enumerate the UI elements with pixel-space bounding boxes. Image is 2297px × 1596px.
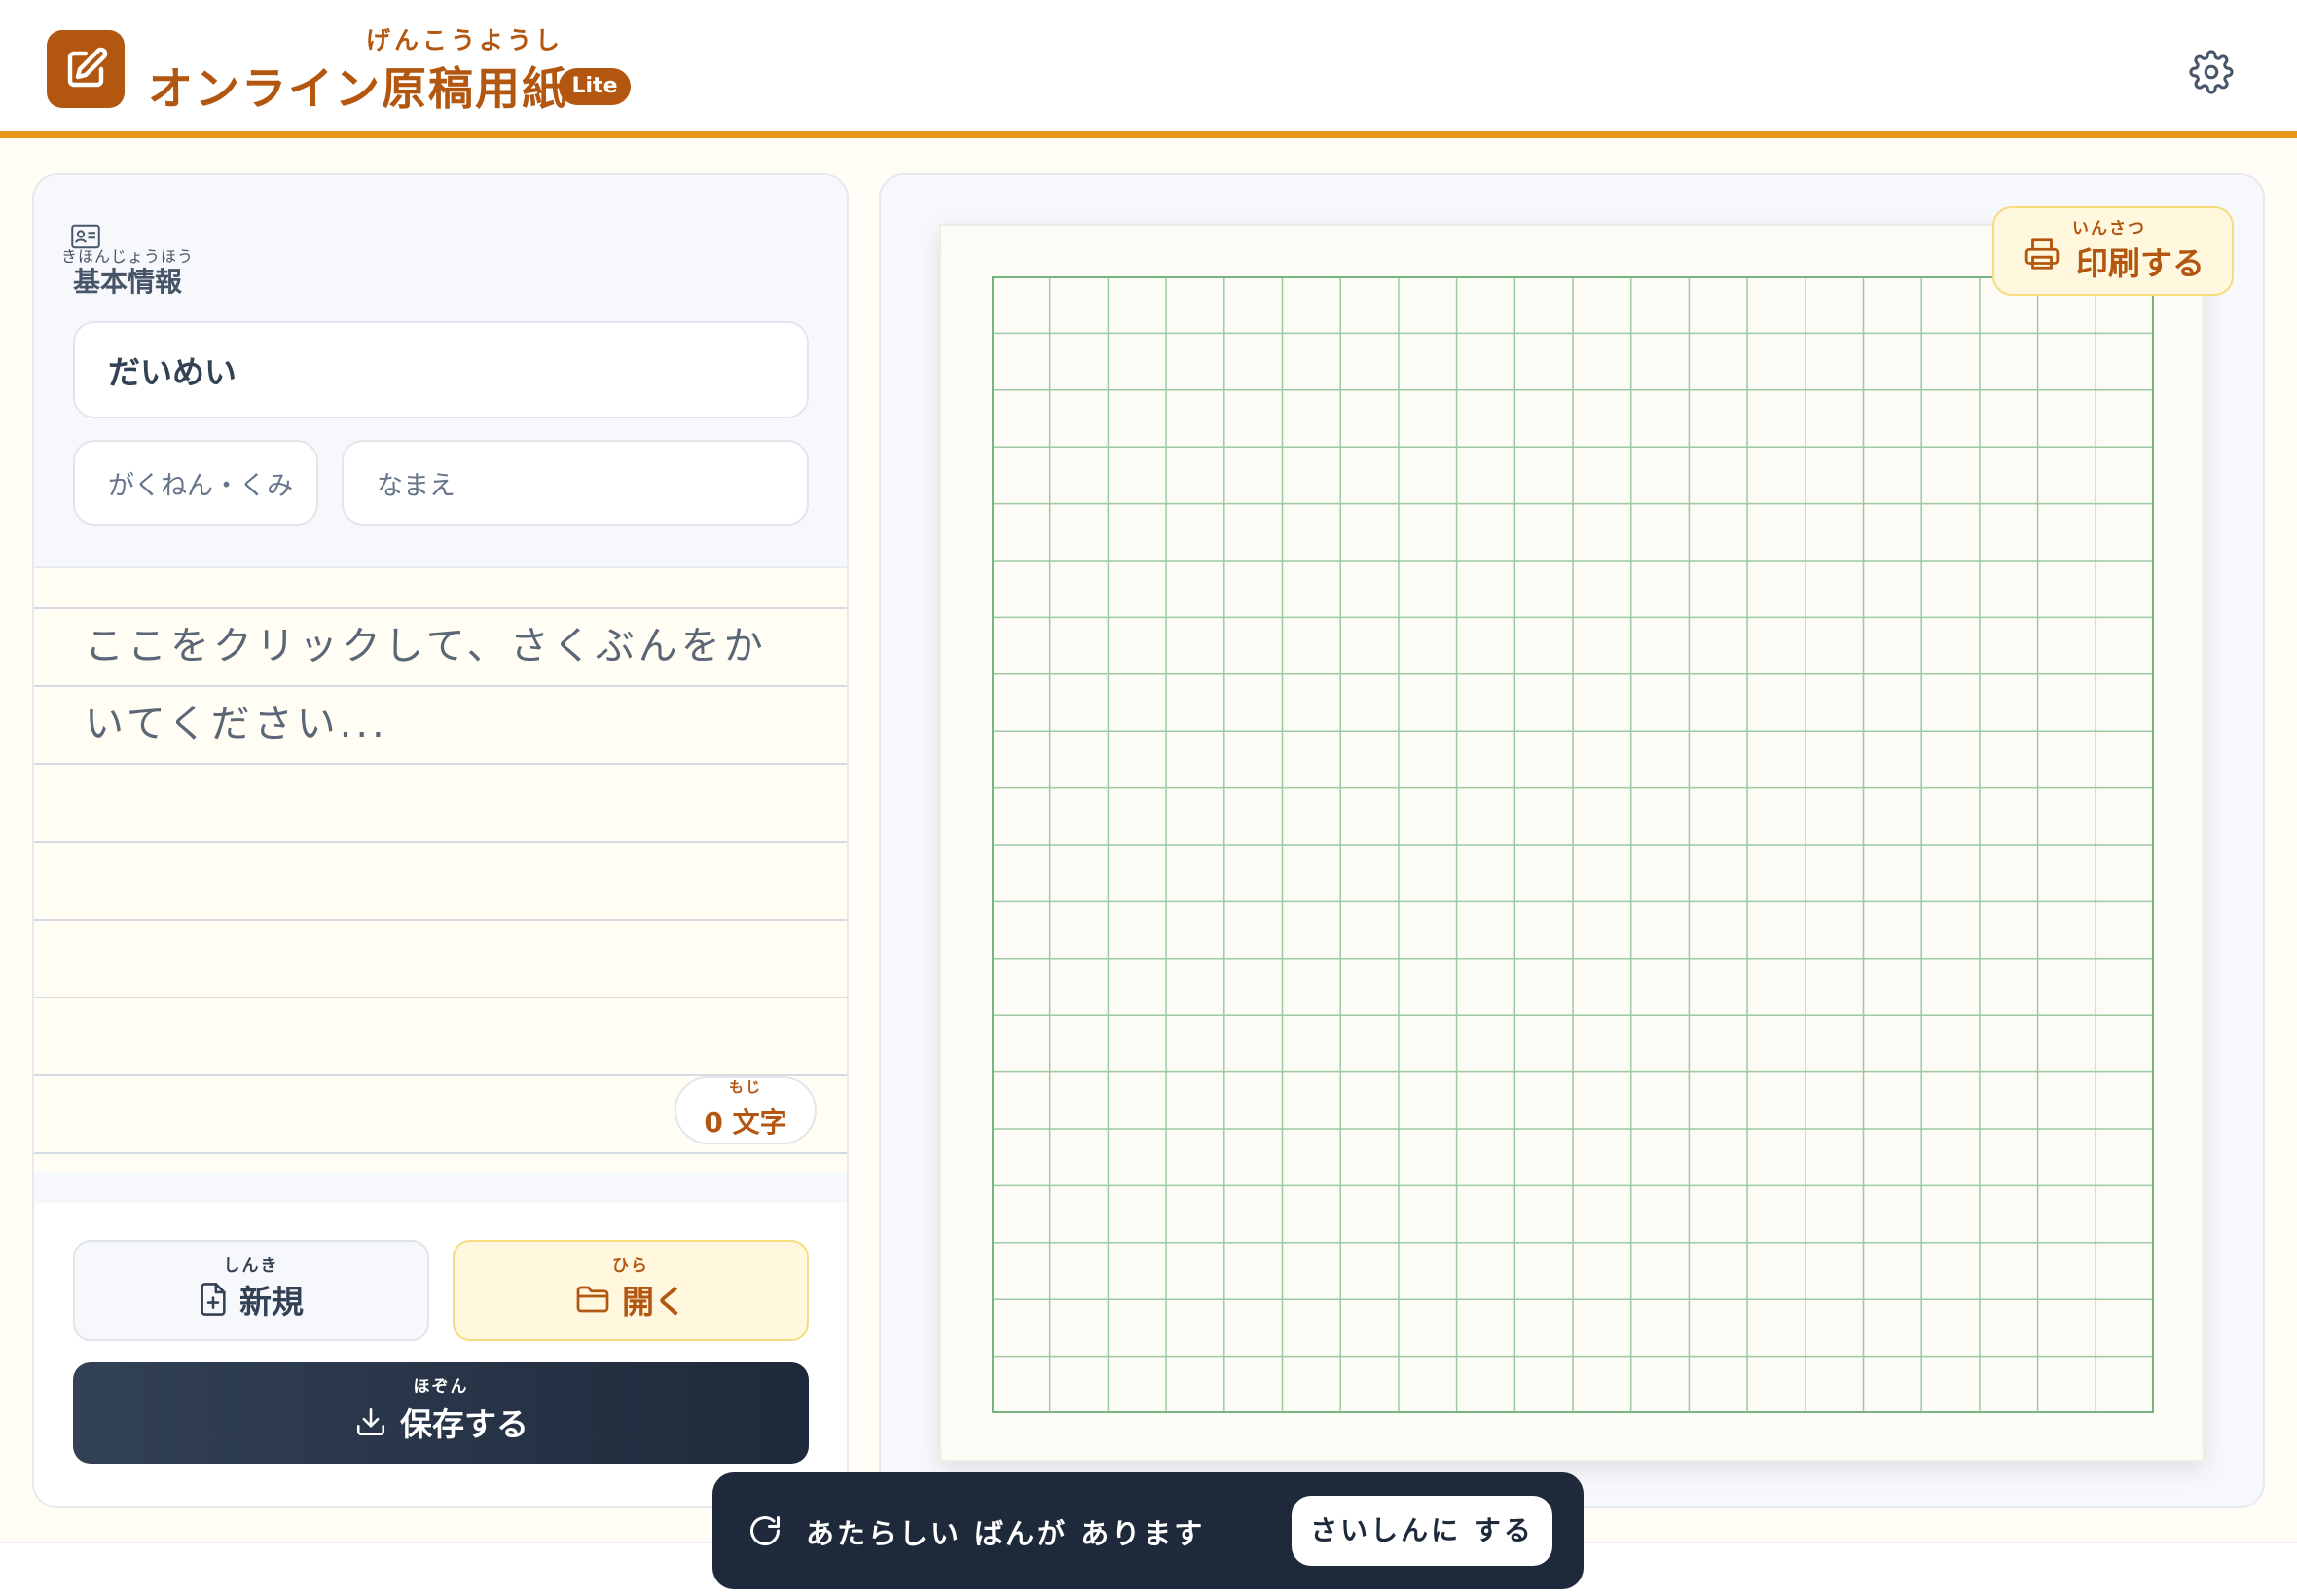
print-button[interactable]: いんさつ 印刷する — [1992, 206, 2234, 296]
save-button[interactable]: ほぞん 保存する — [73, 1362, 809, 1464]
manuscript-grid — [992, 276, 2154, 1413]
save-button-label: 保存する — [400, 1405, 529, 1443]
edit-square-icon — [67, 47, 108, 88]
open-button-ruby: ひら — [612, 1256, 649, 1276]
ruled-line — [34, 763, 847, 765]
ruled-line — [34, 1152, 847, 1154]
ruled-line — [34, 919, 847, 921]
title-input[interactable]: だいめい — [73, 321, 809, 418]
app-header: げんこうようし オンライン原稿用紙 Lite — [0, 0, 2297, 138]
gear-icon — [2189, 50, 2234, 94]
title-ruby: げんこうようし — [366, 26, 565, 54]
essay-placeholder: ここをクリックして、さくぶんをかいてください... — [85, 624, 767, 746]
name-input[interactable]: なまえ — [342, 440, 809, 526]
update-message: あたらしい ばんが あります — [806, 1517, 1206, 1550]
preview-panel: いんさつ 印刷する — [879, 173, 2265, 1508]
print-button-label: 印刷する — [2076, 244, 2205, 282]
refresh-icon — [747, 1513, 783, 1552]
ruled-line — [34, 997, 847, 998]
open-button[interactable]: ひら 開く — [453, 1240, 809, 1341]
new-button-label: 新規 — [239, 1283, 304, 1321]
char-count-ruby: もじ — [728, 1078, 762, 1096]
save-button-ruby: ほぞん — [413, 1377, 469, 1396]
new-button[interactable]: しんき 新規 — [73, 1240, 429, 1341]
app-logo — [47, 30, 125, 108]
update-toast: あたらしい ばんが あります さいしんに する — [712, 1472, 1584, 1589]
folder-icon — [575, 1285, 610, 1314]
editor-panel: きほんじょうほう 基本情報 だいめい がくねん・くみ なまえ ここをクリックして… — [32, 173, 849, 1508]
file-actions: しんき 新規 ひら 開く ほぞん 保存する — [34, 1203, 847, 1506]
print-button-ruby: いんさつ — [2072, 219, 2146, 238]
printer-icon — [2024, 236, 2060, 276]
char-count-unit: 文字 — [732, 1106, 787, 1139]
open-button-label: 開く — [622, 1283, 686, 1321]
manuscript-paper — [939, 224, 2205, 1462]
file-plus-icon — [199, 1283, 228, 1316]
settings-button[interactable] — [2188, 49, 2235, 95]
ruled-line — [34, 841, 847, 843]
new-button-ruby: しんき — [223, 1256, 279, 1276]
grade-class-input[interactable]: がくねん・くみ — [73, 440, 318, 526]
download-icon — [353, 1405, 388, 1438]
app-title: オンライン原稿用紙 — [148, 62, 568, 115]
lite-badge: Lite — [559, 68, 631, 105]
update-refresh-button[interactable]: さいしんに する — [1292, 1496, 1552, 1566]
basic-info-label: 基本情報 — [73, 266, 183, 298]
char-count-value: 0 — [704, 1106, 723, 1139]
char-count-badge: もじ 0 文字 — [675, 1076, 817, 1144]
